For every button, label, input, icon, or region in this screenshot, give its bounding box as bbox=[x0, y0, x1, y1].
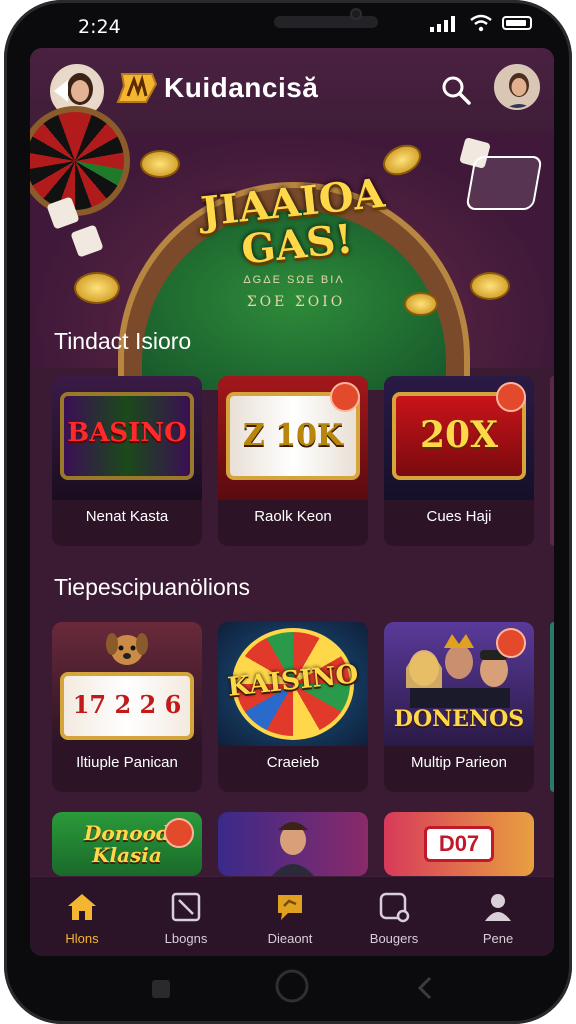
system-navigation-bar bbox=[30, 962, 546, 1016]
signal-icon bbox=[430, 16, 455, 32]
hot-badge-icon bbox=[496, 628, 526, 658]
nav-label: Bougers bbox=[369, 931, 419, 946]
game-card-label: Cues Haji bbox=[426, 508, 492, 525]
nav-item-games[interactable]: Lbogns bbox=[134, 885, 238, 953]
carousel-next-peek[interactable] bbox=[550, 376, 554, 546]
phone-frame: 2:24 Kuidancisă JIAAIOA GAS! ΔGΔΕ SΩΕ ΒΙ… bbox=[4, 0, 572, 1024]
nav-label: Hlons bbox=[65, 931, 99, 946]
nav-item-home[interactable]: Hlons bbox=[30, 885, 134, 953]
game-card-art-text: DONENOS bbox=[393, 706, 525, 732]
game-card[interactable]: Z 10K Raolk Keon bbox=[218, 376, 368, 546]
dog-mascot-icon bbox=[106, 633, 148, 665]
game-card-art-text: 20X bbox=[419, 414, 499, 456]
hero-subtitle: ΔGΔΕ SΩΕ ΒΙΛ bbox=[243, 274, 345, 286]
game-card-art: 17 2 2 6 bbox=[52, 622, 202, 746]
game-card-label: Multip Parieon bbox=[411, 754, 507, 771]
bottom-navigation: Hlons Lbogns Dieaont Bougers Pene bbox=[30, 876, 554, 956]
slash-box-icon bbox=[171, 892, 201, 922]
wifi-icon bbox=[470, 14, 492, 32]
nav-label: Dieaont bbox=[267, 931, 313, 946]
coin-icon bbox=[74, 272, 120, 304]
game-card-art-text: Z 10K bbox=[242, 418, 344, 453]
app-screen: Kuidancisă JIAAIOA GAS! ΔGΔΕ SΩΕ ΒΙΛ ΣΟΕ… bbox=[30, 48, 554, 956]
nav-item-profile[interactable]: Pene bbox=[446, 885, 550, 953]
nav-label: Lbogns bbox=[164, 931, 208, 946]
battery-icon bbox=[502, 16, 532, 30]
game-card-label: Raolk Keon bbox=[254, 508, 332, 525]
game-card[interactable]: KAISINO Craeieb bbox=[218, 622, 368, 792]
dice-icon bbox=[70, 224, 104, 258]
section-title-popular: Tiepescipuanölions bbox=[54, 574, 251, 600]
game-card-art: KAISINO bbox=[218, 622, 368, 746]
nav-label: Pene bbox=[482, 931, 514, 946]
profile-portrait-icon bbox=[496, 66, 538, 108]
game-card[interactable]: 17 2 2 6 Iltiuple Panican bbox=[52, 622, 202, 792]
game-card-art: 20X bbox=[384, 376, 534, 500]
search-icon[interactable] bbox=[440, 74, 472, 106]
game-card[interactable]: D07 bbox=[384, 812, 534, 876]
game-card-art-text: D07 bbox=[424, 826, 494, 862]
chat-icon bbox=[278, 895, 302, 920]
app-logo-icon bbox=[116, 73, 158, 103]
game-card[interactable]: BASINO Nenat Kasta bbox=[52, 376, 202, 546]
speaker-grille bbox=[274, 16, 378, 28]
recents-icon[interactable] bbox=[150, 978, 172, 1000]
nav-item-deposit[interactable]: Dieaont bbox=[238, 885, 342, 953]
hero-subtitle-2: ΣΟΕ ΣΟΙΟ bbox=[246, 294, 346, 310]
slot-machine-icon: BASINO bbox=[60, 392, 194, 480]
person-icon bbox=[485, 894, 511, 921]
character-icon bbox=[272, 822, 314, 876]
roulette-wheel-icon bbox=[30, 106, 130, 216]
game-card-label: Iltiuple Panican bbox=[76, 754, 178, 771]
hot-badge-icon bbox=[330, 382, 360, 412]
coin-icon bbox=[140, 150, 180, 178]
game-card[interactable]: Donood Klasia bbox=[52, 812, 202, 876]
slot-machine-icon: 17 2 2 6 bbox=[60, 672, 194, 740]
game-card-label: Craeieb bbox=[266, 754, 320, 771]
game-card-art: Z 10K bbox=[218, 376, 368, 500]
coin-icon bbox=[404, 292, 438, 316]
game-card-art-text: BASINO bbox=[67, 418, 187, 448]
nav-item-bonuses[interactable]: Bougers bbox=[342, 885, 446, 953]
game-card[interactable] bbox=[218, 812, 368, 876]
coin-icon bbox=[470, 272, 510, 300]
game-card-art-text: 17 2 2 6 bbox=[72, 690, 182, 719]
game-card[interactable]: 20X Cues Haji bbox=[384, 376, 534, 546]
hero-promo-badge[interactable] bbox=[465, 156, 543, 210]
game-card-label: Nenat Kasta bbox=[85, 508, 169, 525]
hot-badge-icon bbox=[164, 818, 194, 848]
game-card-art: DONENOS bbox=[384, 622, 534, 746]
hot-badge-icon bbox=[496, 382, 526, 412]
app-title: Kuidancisă bbox=[164, 72, 319, 103]
status-bar: 2:24 bbox=[30, 8, 546, 46]
home-button-icon[interactable] bbox=[274, 968, 310, 1004]
box-badge-icon bbox=[379, 892, 410, 923]
game-card-art: BASINO bbox=[52, 376, 202, 500]
front-camera bbox=[350, 8, 362, 20]
profile-avatar[interactable] bbox=[494, 64, 540, 110]
carousel-next-peek[interactable] bbox=[550, 622, 554, 792]
section-title-featured: Tindact Isioro bbox=[54, 328, 192, 354]
home-icon bbox=[68, 894, 96, 920]
back-arrow-icon[interactable] bbox=[50, 78, 72, 104]
status-time: 2:24 bbox=[78, 16, 121, 38]
back-icon[interactable] bbox=[416, 976, 434, 1000]
game-card[interactable]: DONENOS Multip Parieon bbox=[384, 622, 534, 792]
